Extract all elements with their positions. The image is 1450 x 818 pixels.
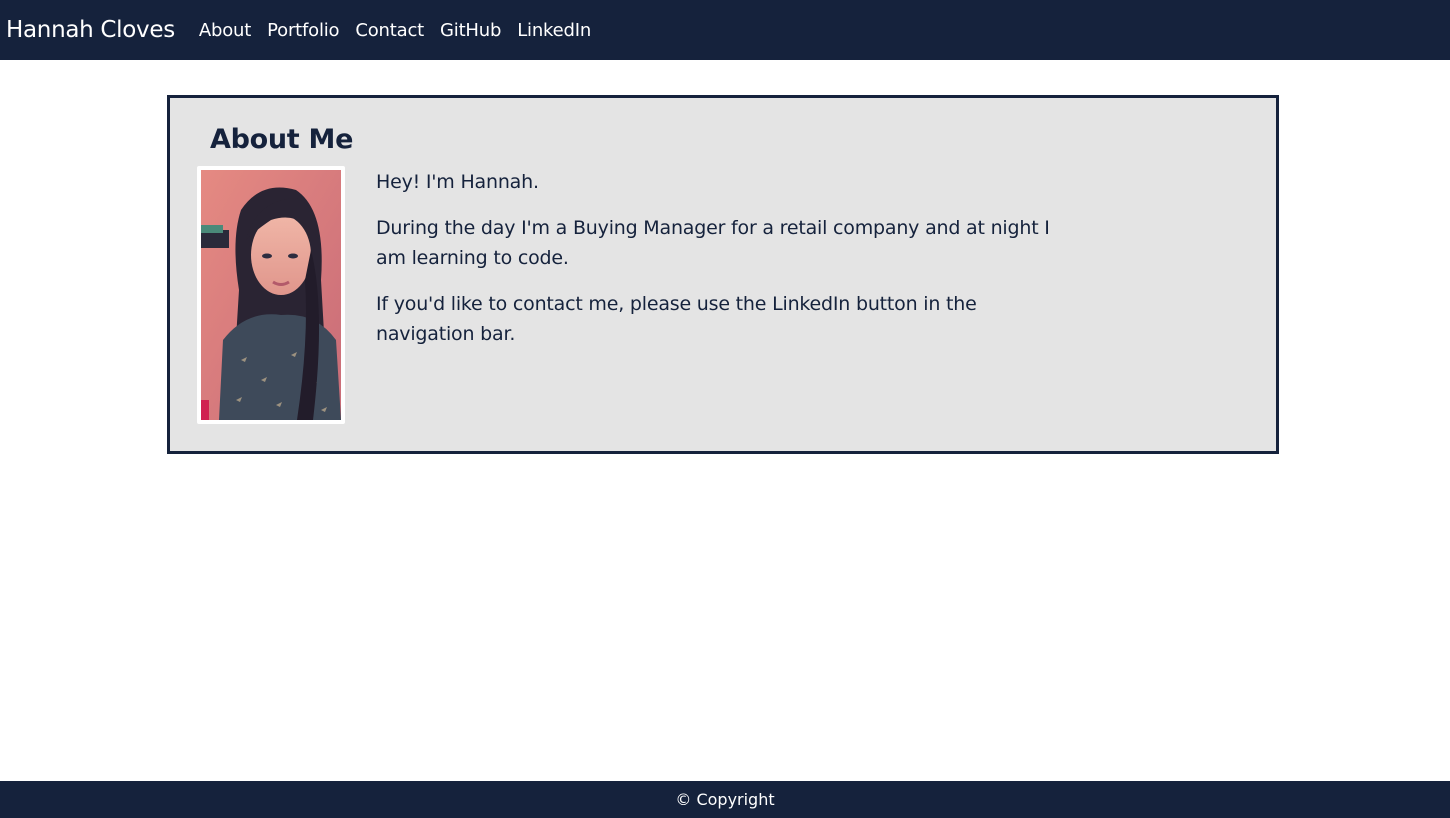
navbar: Hannah Cloves About Portfolio Contact Gi…: [0, 0, 1450, 60]
bio-paragraph: If you'd like to contact me, please use …: [376, 293, 977, 345]
profile-photo-image: [201, 170, 341, 420]
brand-link[interactable]: Hannah Cloves: [6, 17, 175, 43]
nav-link-linkedin[interactable]: LinkedIn: [517, 20, 591, 41]
about-title: About Me: [210, 124, 354, 155]
about-card: About Me Hey! I'm Hannah. During the day…: [167, 95, 1279, 454]
bio-paragraph: During the day I'm a Buying Manager for …: [376, 217, 1050, 269]
profile-photo: [197, 166, 345, 424]
nav-links: About Portfolio Contact GitHub LinkedIn: [191, 20, 599, 41]
footer: © Copyright: [0, 781, 1450, 818]
nav-link-github[interactable]: GitHub: [440, 20, 501, 41]
nav-link-portfolio[interactable]: Portfolio: [267, 20, 339, 41]
bio-paragraph: Hey! I'm Hannah.: [376, 171, 539, 193]
nav-link-about[interactable]: About: [199, 20, 251, 41]
copyright-text: © Copyright: [675, 790, 775, 809]
nav-link-contact[interactable]: Contact: [355, 20, 424, 41]
about-bio: Hey! I'm Hannah. During the day I'm a Bu…: [376, 167, 1066, 365]
